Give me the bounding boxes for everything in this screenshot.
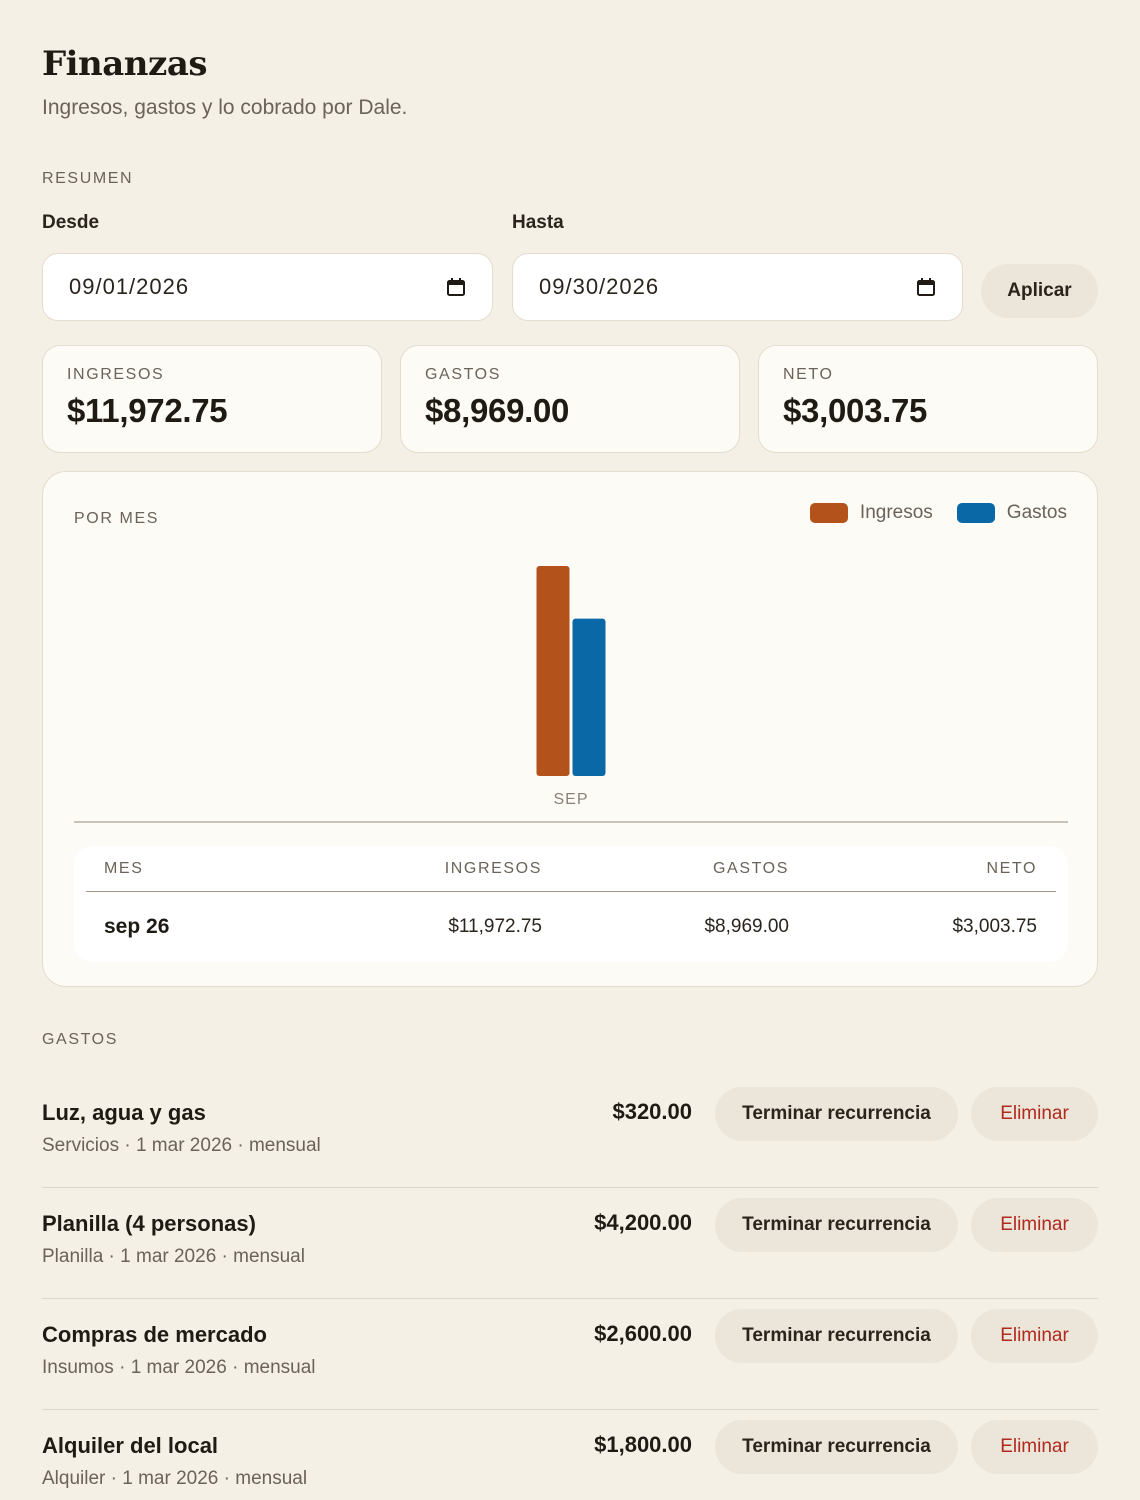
expense-meta: Alquiler · 1 mar 2026 · mensual xyxy=(42,1468,308,1489)
monthly-chart-card: POR MES Ingresos Gastos SEP MES INGRESOS… xyxy=(42,471,1098,987)
page-subtitle: Ingresos, gastos y lo cobrado por Dale. xyxy=(42,96,408,119)
to-date-value: 09/30/2026 xyxy=(539,274,660,299)
expense-meta: Servicios · 1 mar 2026 · mensual xyxy=(42,1135,321,1156)
cell-gastos: $8,969.00 xyxy=(704,916,789,937)
stat-label: INGRESOS xyxy=(67,366,165,383)
from-date-value: 09/01/2026 xyxy=(69,274,190,299)
delete-button[interactable]: Eliminar xyxy=(971,1309,1098,1363)
expense-name: Luz, agua y gas xyxy=(42,1100,206,1125)
delete-button[interactable]: Eliminar xyxy=(971,1420,1098,1474)
column-header-neto: NETO xyxy=(986,859,1037,877)
stat-amount: $11,972.75 xyxy=(67,392,228,429)
terminate-recurrence-button[interactable]: Terminar recurrencia xyxy=(715,1087,958,1141)
terminate-recurrence-button[interactable]: Terminar recurrencia xyxy=(715,1309,958,1363)
apply-button[interactable]: Aplicar xyxy=(981,264,1098,318)
stat-card-gastos: GASTOS $8,969.00 xyxy=(400,345,740,453)
terminate-recurrence-button[interactable]: Terminar recurrencia xyxy=(715,1420,958,1474)
page-title: Finanzas xyxy=(42,44,208,84)
expense-amount: $1,800.00 xyxy=(594,1432,692,1457)
summary-section-label: RESUMEN xyxy=(42,170,134,187)
from-date-input[interactable]: 09/01/2026 xyxy=(42,253,493,321)
expense-row: Alquiler del local Alquiler · 1 mar 2026… xyxy=(42,1410,1098,1500)
to-date-input[interactable]: 09/30/2026 xyxy=(512,253,963,321)
expense-name: Planilla (4 personas) xyxy=(42,1211,256,1236)
stat-amount: $3,003.75 xyxy=(783,392,928,429)
expense-amount: $4,200.00 xyxy=(594,1210,692,1235)
table-row: sep 26 $11,972.75 $8,969.00 $3,003.75 xyxy=(104,892,1038,962)
column-header-gastos: GASTOS xyxy=(713,859,789,877)
expense-name: Compras de mercado xyxy=(42,1322,267,1347)
from-label: Desde xyxy=(42,212,100,233)
column-header-ingresos: INGRESOS xyxy=(444,859,542,877)
stat-label: NETO xyxy=(783,366,834,383)
expense-row: Luz, agua y gas Servicios · 1 mar 2026 ·… xyxy=(42,1077,1098,1188)
stat-card-ingresos: INGRESOS $11,972.75 xyxy=(42,345,382,453)
expense-amount: $2,600.00 xyxy=(594,1321,692,1346)
calendar-icon[interactable] xyxy=(446,277,466,297)
column-header-mes: MES xyxy=(104,859,144,877)
finanzas-page: Finanzas Ingresos, gastos y lo cobrado p… xyxy=(0,0,1140,1500)
delete-button[interactable]: Eliminar xyxy=(971,1087,1098,1141)
table-header: MES INGRESOS GASTOS NETO xyxy=(86,846,1056,892)
expense-amount: $320.00 xyxy=(612,1099,692,1124)
bar-ingresos-sep xyxy=(536,566,570,776)
terminate-recurrence-button[interactable]: Terminar recurrencia xyxy=(715,1198,958,1252)
calendar-icon[interactable] xyxy=(916,277,936,297)
cell-ingresos: $11,972.75 xyxy=(448,916,542,937)
bar-gastos-sep xyxy=(572,618,606,776)
x-tick-label: SEP xyxy=(553,791,588,808)
expenses-section-label: GASTOS xyxy=(42,1031,118,1048)
cell-mes: sep 26 xyxy=(104,915,170,938)
expense-name: Alquiler del local xyxy=(42,1433,219,1458)
delete-button[interactable]: Eliminar xyxy=(971,1198,1098,1252)
stat-label: GASTOS xyxy=(425,366,501,383)
expense-row: Planilla (4 personas) Planilla · 1 mar 2… xyxy=(42,1188,1098,1299)
monthly-table: MES INGRESOS GASTOS NETO sep 26 $11,972.… xyxy=(74,846,1068,962)
expense-row: Compras de mercado Insumos · 1 mar 2026 … xyxy=(42,1299,1098,1410)
bar-chart: SEP xyxy=(74,566,1068,823)
cell-neto: $3,003.75 xyxy=(952,916,1037,937)
to-label: Hasta xyxy=(512,212,564,233)
expense-meta: Planilla · 1 mar 2026 · mensual xyxy=(42,1246,305,1267)
stat-amount: $8,969.00 xyxy=(425,392,570,429)
stat-card-neto: NETO $3,003.75 xyxy=(758,345,1098,453)
expense-meta: Insumos · 1 mar 2026 · mensual xyxy=(42,1357,316,1378)
